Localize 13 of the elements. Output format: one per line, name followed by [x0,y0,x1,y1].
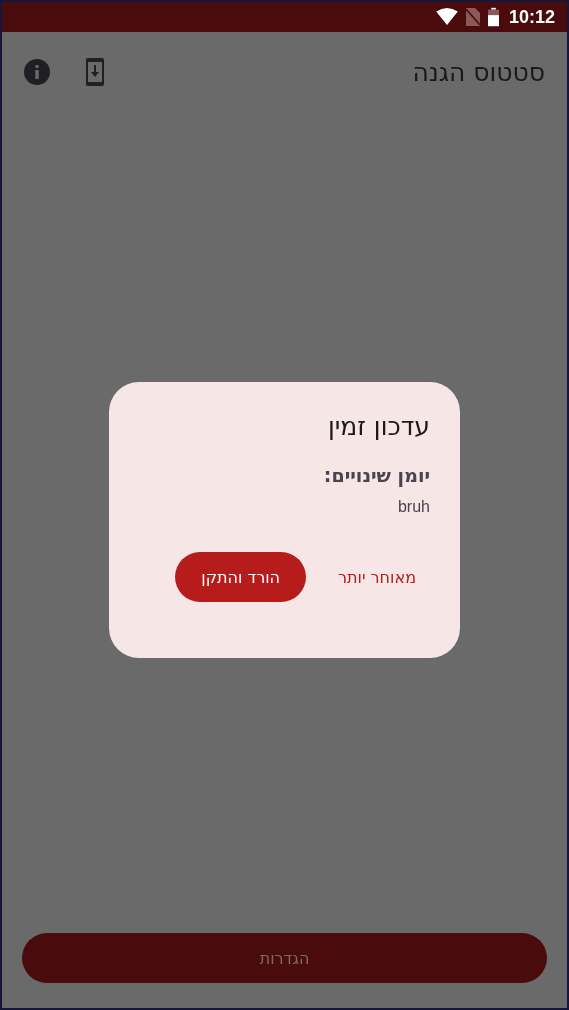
dialog-title: עדכון זמין [326,412,430,442]
info-icon[interactable] [24,59,50,85]
changelog-heading: יומן שינויים: [322,464,430,486]
install-button[interactable]: הורד והתקן [175,552,306,602]
screen-title: סטטוס הגנה [412,57,545,87]
later-button[interactable]: מאוחר יותר [324,552,430,602]
no-sim-icon [465,8,480,26]
phone-download-icon[interactable] [86,58,104,86]
wifi-icon [435,8,458,26]
changelog-text: bruh [396,498,430,516]
status-time: 10:12 [508,6,555,28]
battery-icon [487,7,499,27]
settings-button[interactable]: הגדרות [22,933,547,983]
